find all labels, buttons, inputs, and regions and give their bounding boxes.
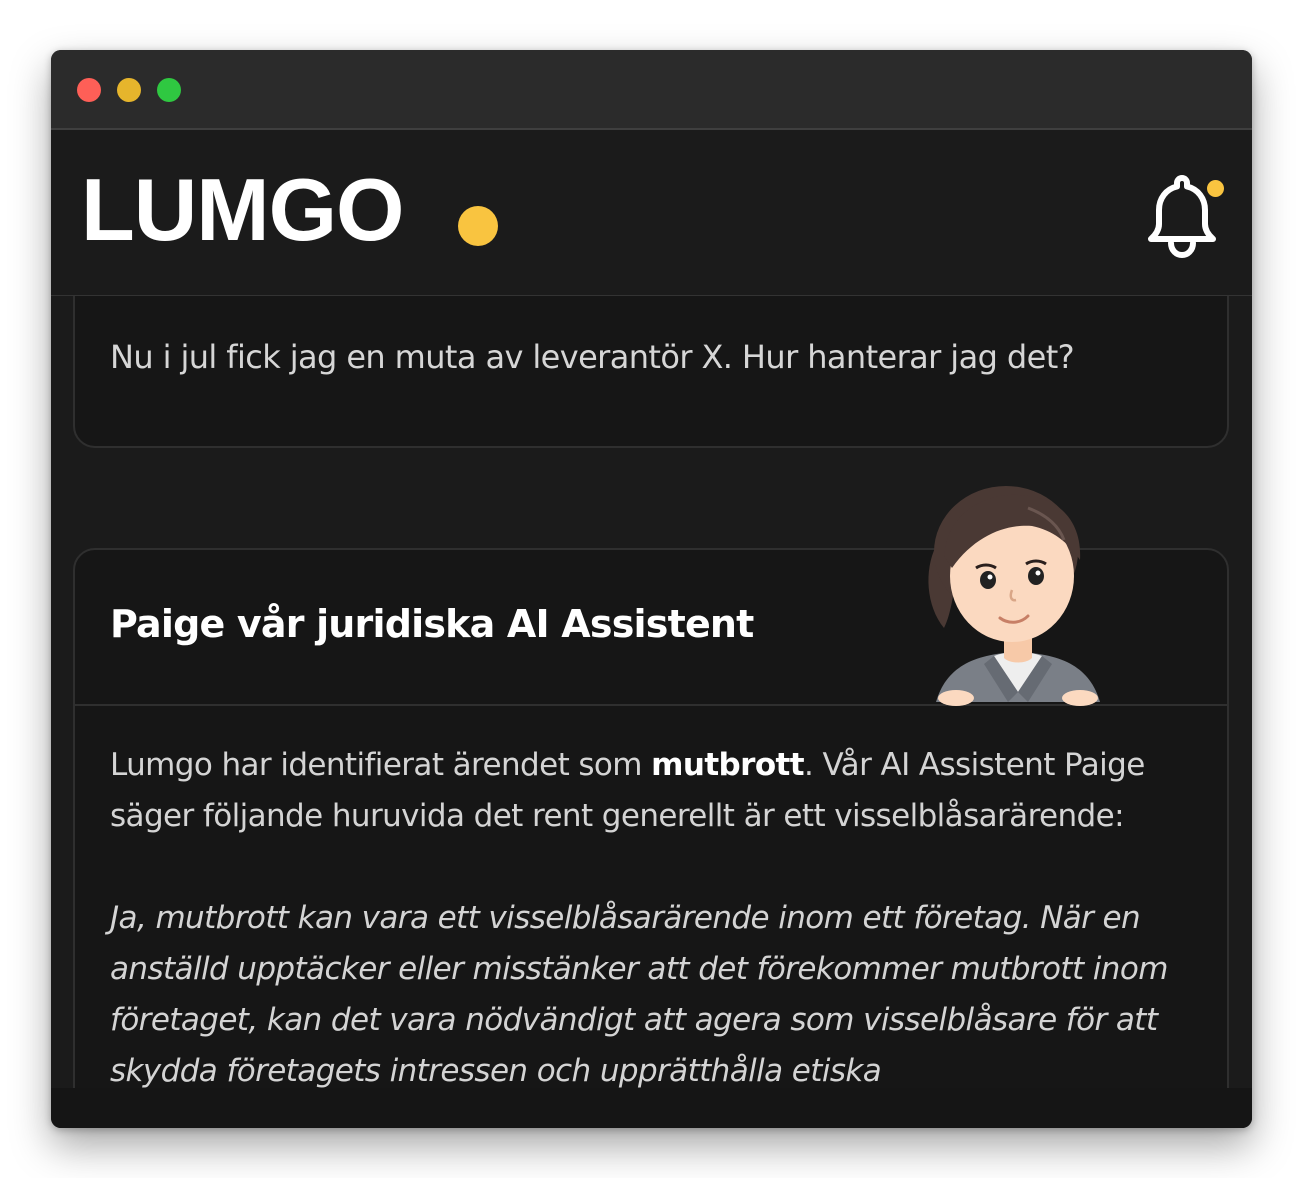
window-bottom-bar [51,1088,1252,1128]
window-titlebar [51,50,1252,130]
app-header: LUMGO [51,130,1252,296]
minimize-window-button[interactable] [117,78,141,102]
chat-content: Nu i jul fick jag en muta av leverantör … [51,296,1252,1088]
logo: LUMGO [81,160,405,259]
question-card: Nu i jul fick jag en muta av leverantör … [73,296,1229,448]
close-window-button[interactable] [77,78,101,102]
answer-title: Paige vår juridiska AI Assistent [110,602,754,646]
answer-quote: Ja, mutbrott kan vara ett visselblåsarär… [110,900,1168,1088]
logo-dot [458,206,498,246]
question-text: Nu i jul fick jag en muta av leverantör … [110,338,1075,376]
answer-body: Lumgo har identifierat ärendet som mutbr… [110,740,1205,1088]
category-highlight: mutbrott [651,747,804,783]
paige-avatar [868,460,1168,708]
notification-badge [1207,180,1224,197]
app-window: LUMGO Nu i jul fick jag en muta av lever… [51,50,1252,1128]
answer-card: Paige vår juridiska AI Assistent Lumgo h… [73,486,1229,1088]
answer-intro: Lumgo har identifierat ärendet som mutbr… [110,747,1145,834]
maximize-window-button[interactable] [157,78,181,102]
